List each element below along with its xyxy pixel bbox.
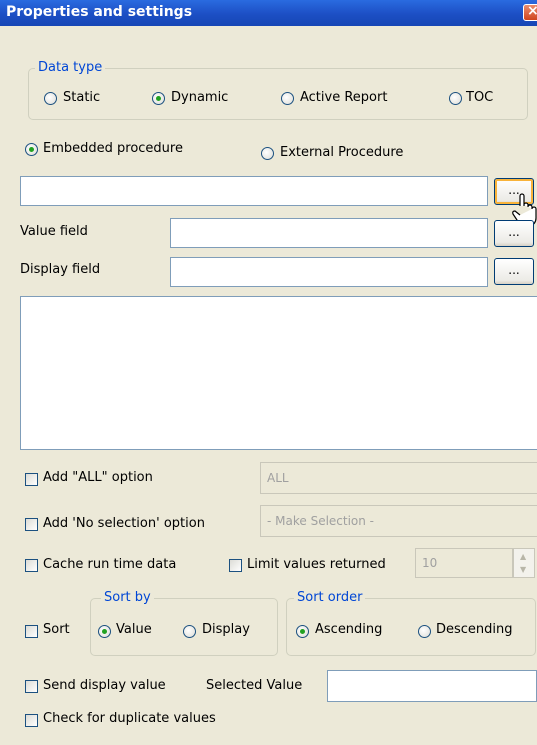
cache-checkbox[interactable]	[25, 559, 38, 572]
radio-active-report[interactable]	[281, 92, 294, 105]
display-field-label: Display field	[20, 262, 101, 277]
sort-descending-radio[interactable]	[418, 625, 431, 638]
sort-ascending-radio[interactable]	[296, 625, 309, 638]
sort-order-legend: Sort order	[294, 590, 366, 605]
check-duplicates-label[interactable]: Check for duplicate values	[43, 711, 216, 726]
sort-label[interactable]: Sort	[43, 622, 70, 637]
sort-by-display-label[interactable]: Display	[202, 622, 250, 637]
close-button[interactable]: ×	[523, 3, 537, 21]
limit-values-label[interactable]: Limit values returned	[247, 557, 386, 572]
radio-static[interactable]	[44, 92, 57, 105]
add-all-checkbox[interactable]	[25, 473, 38, 486]
radio-embedded-procedure[interactable]	[25, 143, 38, 156]
sort-descending-label[interactable]: Descending	[436, 622, 513, 637]
radio-toc-label[interactable]: TOC	[466, 90, 493, 105]
sort-by-display-radio[interactable]	[183, 625, 196, 638]
data-type-legend: Data type	[35, 60, 106, 75]
radio-static-label[interactable]: Static	[63, 90, 100, 105]
sort-by-value-radio[interactable]	[98, 625, 111, 638]
sort-by-legend: Sort by	[101, 590, 154, 605]
display-field-input[interactable]	[170, 257, 488, 287]
radio-dynamic[interactable]	[152, 92, 165, 105]
value-field-browse-button[interactable]: ...	[494, 220, 534, 247]
limit-values-spinner[interactable]: ▲ ▼	[513, 548, 535, 578]
selected-value-input[interactable]	[327, 670, 537, 702]
add-all-label[interactable]: Add "ALL" option	[43, 470, 153, 485]
procedure-text-area[interactable]	[20, 296, 537, 450]
all-option-input[interactable]	[260, 462, 537, 494]
check-duplicates-checkbox[interactable]	[25, 714, 38, 727]
display-field-browse-button[interactable]: ...	[494, 258, 534, 285]
limit-values-input[interactable]	[415, 548, 513, 578]
close-icon: ×	[527, 3, 537, 19]
value-field-label: Value field	[20, 224, 88, 239]
send-display-checkbox[interactable]	[25, 680, 38, 693]
title-bar[interactable]: Properties and settings ×	[0, 0, 537, 26]
radio-external-procedure[interactable]	[261, 147, 274, 160]
sort-ascending-label[interactable]: Ascending	[315, 622, 382, 637]
send-display-label[interactable]: Send display value	[43, 678, 166, 693]
radio-toc[interactable]	[449, 92, 462, 105]
sort-by-value-label[interactable]: Value	[116, 622, 152, 637]
spinner-up-icon[interactable]: ▲	[520, 552, 526, 561]
add-no-selection-label[interactable]: Add 'No selection' option	[43, 516, 205, 531]
radio-active-report-label[interactable]: Active Report	[300, 90, 387, 105]
procedure-input[interactable]	[20, 176, 488, 206]
radio-external-procedure-label[interactable]: External Procedure	[280, 145, 403, 160]
radio-embedded-procedure-label[interactable]: Embedded procedure	[43, 141, 183, 156]
window-title: Properties and settings	[6, 4, 193, 20]
value-field-input[interactable]	[170, 218, 488, 248]
selected-value-label: Selected Value	[206, 678, 303, 693]
add-no-selection-checkbox[interactable]	[25, 518, 38, 531]
cache-label[interactable]: Cache run time data	[43, 557, 176, 572]
sort-checkbox[interactable]	[25, 625, 38, 638]
radio-dynamic-label[interactable]: Dynamic	[171, 90, 228, 105]
limit-values-checkbox[interactable]	[229, 559, 242, 572]
spinner-down-icon[interactable]: ▼	[520, 565, 526, 574]
no-selection-input[interactable]	[260, 505, 537, 537]
